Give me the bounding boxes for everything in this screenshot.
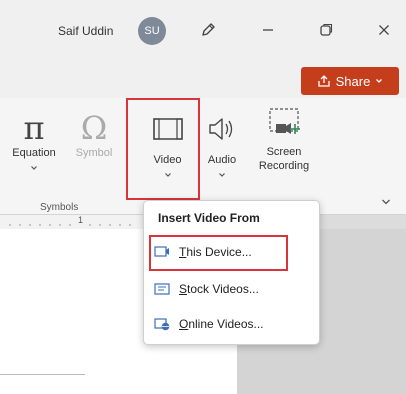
symbol-label: Symbol bbox=[75, 147, 113, 159]
screen-recording-icon bbox=[269, 108, 300, 134]
close-icon[interactable] bbox=[374, 20, 394, 40]
audio-label: Audio bbox=[207, 154, 237, 166]
chevron-down-icon bbox=[31, 166, 37, 170]
pi-icon: π bbox=[23, 109, 45, 147]
title-bar: Saif Uddin SU bbox=[0, 0, 406, 64]
dropdown-title: Insert Video From bbox=[158, 211, 260, 225]
menu-item-stock-videos[interactable]: Stock Videos... bbox=[154, 276, 309, 302]
hotkey-stock-videos: S bbox=[179, 282, 188, 296]
equation-button[interactable]: π Equation bbox=[4, 110, 64, 175]
slide-edge bbox=[0, 374, 85, 375]
pen-icon[interactable] bbox=[198, 20, 218, 40]
online-video-icon bbox=[154, 318, 170, 331]
minimize-icon[interactable] bbox=[258, 20, 278, 40]
ribbon-expand-icon[interactable] bbox=[380, 196, 392, 208]
audio-button[interactable]: Audio bbox=[199, 110, 245, 182]
video-button-highlight bbox=[126, 98, 200, 200]
share-label: Share bbox=[335, 73, 371, 89]
ruler-number: 1 bbox=[78, 215, 84, 225]
equation-label: Equation bbox=[12, 147, 56, 159]
label-stock-videos: tock Videos... bbox=[187, 282, 259, 296]
chevron-down-icon bbox=[376, 79, 383, 83]
speaker-icon bbox=[209, 118, 233, 140]
ribbon-insert: π Equation Ω Symbol Symbols Video Audio bbox=[0, 98, 406, 215]
insert-video-dropdown: Insert Video From This Device... Stock V… bbox=[143, 200, 320, 345]
stock-video-icon bbox=[154, 283, 170, 295]
symbol-button[interactable]: Ω Symbol bbox=[64, 110, 124, 160]
hotkey-online-videos: O bbox=[179, 317, 189, 331]
user-name: Saif Uddin bbox=[58, 24, 114, 38]
screen-recording-label-line1: Screen bbox=[266, 146, 302, 158]
share-icon bbox=[317, 75, 330, 87]
share-bar: Share bbox=[0, 64, 406, 98]
chevron-down-icon bbox=[219, 173, 225, 177]
share-button[interactable]: Share bbox=[301, 67, 399, 95]
label-online-videos: nline Videos... bbox=[188, 317, 264, 331]
screen-recording-button[interactable]: Screen Recording bbox=[247, 106, 321, 173]
this-device-highlight bbox=[149, 235, 288, 271]
screen-recording-label-line2: Recording bbox=[258, 160, 310, 172]
restore-icon[interactable] bbox=[316, 20, 336, 40]
omega-icon: Ω bbox=[80, 109, 108, 147]
menu-item-online-videos[interactable]: Online Videos... bbox=[154, 311, 309, 337]
group-label-symbols: Symbols bbox=[40, 202, 79, 213]
user-avatar[interactable]: SU bbox=[138, 17, 166, 45]
